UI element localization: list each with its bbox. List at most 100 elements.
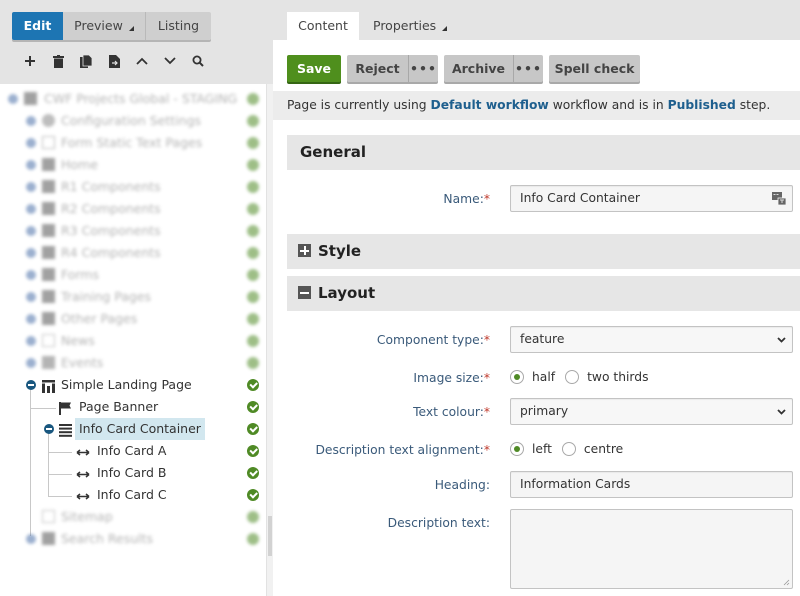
- tree-node[interactable]: Configuration Settings: [0, 110, 262, 132]
- expand-icon[interactable]: [26, 160, 36, 170]
- spell-check-button[interactable]: Spell check: [549, 55, 640, 82]
- expand-icon[interactable]: [26, 270, 36, 280]
- mode-tab-preview-label: Preview: [74, 18, 123, 33]
- image-size-two-thirds-radio[interactable]: two thirds: [565, 370, 648, 384]
- workflow-info-middle: workflow and is in: [548, 98, 668, 112]
- tree-node[interactable]: News: [0, 330, 262, 352]
- component-type-select[interactable]: feature: [510, 326, 793, 353]
- tree-node[interactable]: Sitemap: [0, 506, 262, 528]
- expand-icon[interactable]: [26, 138, 36, 148]
- save-button[interactable]: Save: [287, 55, 341, 82]
- status-published-icon: [247, 181, 259, 193]
- left-toolbar-area: Edit Preview Listing: [0, 0, 273, 84]
- image-size-label-text: Image size:: [413, 371, 484, 385]
- move-up-button[interactable]: [128, 50, 156, 72]
- flag-icon: [59, 400, 72, 415]
- tree-node-page-banner[interactable]: Page Banner: [0, 396, 262, 418]
- archive-button[interactable]: Archive: [444, 55, 514, 82]
- required-marker: *: [483, 443, 490, 457]
- arrows-horizontal-icon: [76, 444, 90, 457]
- tab-content[interactable]: Content: [287, 12, 359, 40]
- tree-node-info-card-b[interactable]: Info Card B: [0, 462, 262, 484]
- expand-icon[interactable]: [26, 358, 36, 368]
- expand-icon[interactable]: [26, 248, 36, 258]
- tree-node[interactable]: R2 Components: [0, 198, 262, 220]
- mode-tab-preview[interactable]: Preview: [63, 12, 146, 40]
- image-size-radio-group: half two thirds: [510, 370, 658, 384]
- reject-button-group: Reject •••: [347, 55, 438, 82]
- section-style[interactable]: Style: [287, 234, 800, 269]
- expand-icon[interactable]: [26, 226, 36, 236]
- expand-icon[interactable]: [26, 336, 36, 346]
- reject-button[interactable]: Reject: [347, 55, 409, 82]
- tree-node-label: Form Static Text Pages: [61, 135, 203, 150]
- search-icon: [192, 55, 204, 67]
- delete-button[interactable]: [44, 50, 72, 72]
- sitemap-icon: [42, 510, 55, 523]
- tree-node-label: Forms: [61, 267, 100, 282]
- expand-icon[interactable]: [26, 314, 36, 324]
- tree-node[interactable]: R4 Components: [0, 242, 262, 264]
- tree-node-info-card-a[interactable]: Info Card A: [0, 440, 262, 462]
- alignment-centre-radio[interactable]: centre: [561, 442, 623, 456]
- tree-node[interactable]: Other Pages: [0, 308, 262, 330]
- resize-handle-icon[interactable]: [783, 579, 790, 586]
- section-general-title: General: [300, 143, 366, 161]
- section-layout[interactable]: Layout: [287, 276, 800, 311]
- tree-node-info-card-container[interactable]: Info Card Container: [0, 418, 262, 440]
- move-down-button[interactable]: [156, 50, 184, 72]
- expand-icon[interactable]: [26, 292, 36, 302]
- collapse-icon[interactable]: [26, 380, 36, 390]
- tree-node[interactable]: Form Static Text Pages: [0, 132, 262, 154]
- mode-tab-edit[interactable]: Edit: [12, 12, 63, 40]
- tree-node[interactable]: CWF Projects Global - STAGING: [0, 88, 262, 110]
- expand-icon[interactable]: [26, 116, 36, 126]
- expand-icon[interactable]: [26, 182, 36, 192]
- tree-node[interactable]: Search Results: [0, 528, 262, 550]
- name-input[interactable]: Info Card Container: [510, 185, 793, 212]
- image-size-half-radio[interactable]: half: [510, 370, 555, 384]
- add-button[interactable]: [16, 50, 44, 72]
- mode-tab-listing[interactable]: Listing: [146, 12, 211, 40]
- localize-icon[interactable]: [772, 192, 786, 205]
- page-icon: [42, 532, 55, 545]
- reject-more-button[interactable]: •••: [409, 55, 438, 82]
- pane-splitter[interactable]: [266, 84, 273, 596]
- copy-button[interactable]: [72, 50, 100, 72]
- radio-label: two thirds: [587, 370, 649, 384]
- tree-node[interactable]: Training Pages: [0, 286, 262, 308]
- move-button[interactable]: [100, 50, 128, 72]
- expand-icon[interactable]: [26, 204, 36, 214]
- tab-properties[interactable]: Properties: [373, 12, 448, 40]
- page-icon: [42, 290, 55, 303]
- description-textarea[interactable]: [510, 509, 793, 589]
- radio-selected-icon: [510, 370, 524, 384]
- expand-icon[interactable]: [26, 534, 36, 544]
- expand-icon[interactable]: [8, 94, 18, 104]
- heading-input[interactable]: Information Cards: [510, 471, 793, 498]
- collapse-section-icon: [298, 286, 311, 299]
- text-colour-select[interactable]: primary: [510, 398, 793, 425]
- tree-node[interactable]: R3 Components: [0, 220, 262, 242]
- tree-node-label: Info Card Container: [75, 418, 205, 440]
- tree-node[interactable]: Events: [0, 352, 262, 374]
- tree-node-label: CWF Projects Global - STAGING: [44, 91, 238, 106]
- tree-node[interactable]: R1 Components: [0, 176, 262, 198]
- splitter-grip[interactable]: [268, 516, 272, 556]
- status-published-icon: [247, 423, 259, 435]
- component-type-label: Component type:*: [377, 333, 490, 347]
- collapse-icon[interactable]: [44, 424, 54, 434]
- tree-node-info-card-c[interactable]: Info Card C: [0, 484, 262, 506]
- required-marker: *: [483, 333, 490, 347]
- page-icon: [42, 224, 55, 237]
- tree-node-simple-landing-page[interactable]: Simple Landing Page: [0, 374, 262, 396]
- tree-node[interactable]: Forms: [0, 264, 262, 286]
- tree-node[interactable]: Home: [0, 154, 262, 176]
- alignment-left-radio[interactable]: left: [510, 442, 552, 456]
- search-button[interactable]: [184, 50, 212, 72]
- archive-more-button[interactable]: •••: [514, 55, 543, 82]
- editor-pane: Content Properties Save Reject ••• Archi…: [273, 0, 800, 596]
- description-text-label: Description text:: [388, 516, 490, 530]
- section-general: General: [287, 135, 800, 170]
- section-layout-title: Layout: [318, 284, 376, 302]
